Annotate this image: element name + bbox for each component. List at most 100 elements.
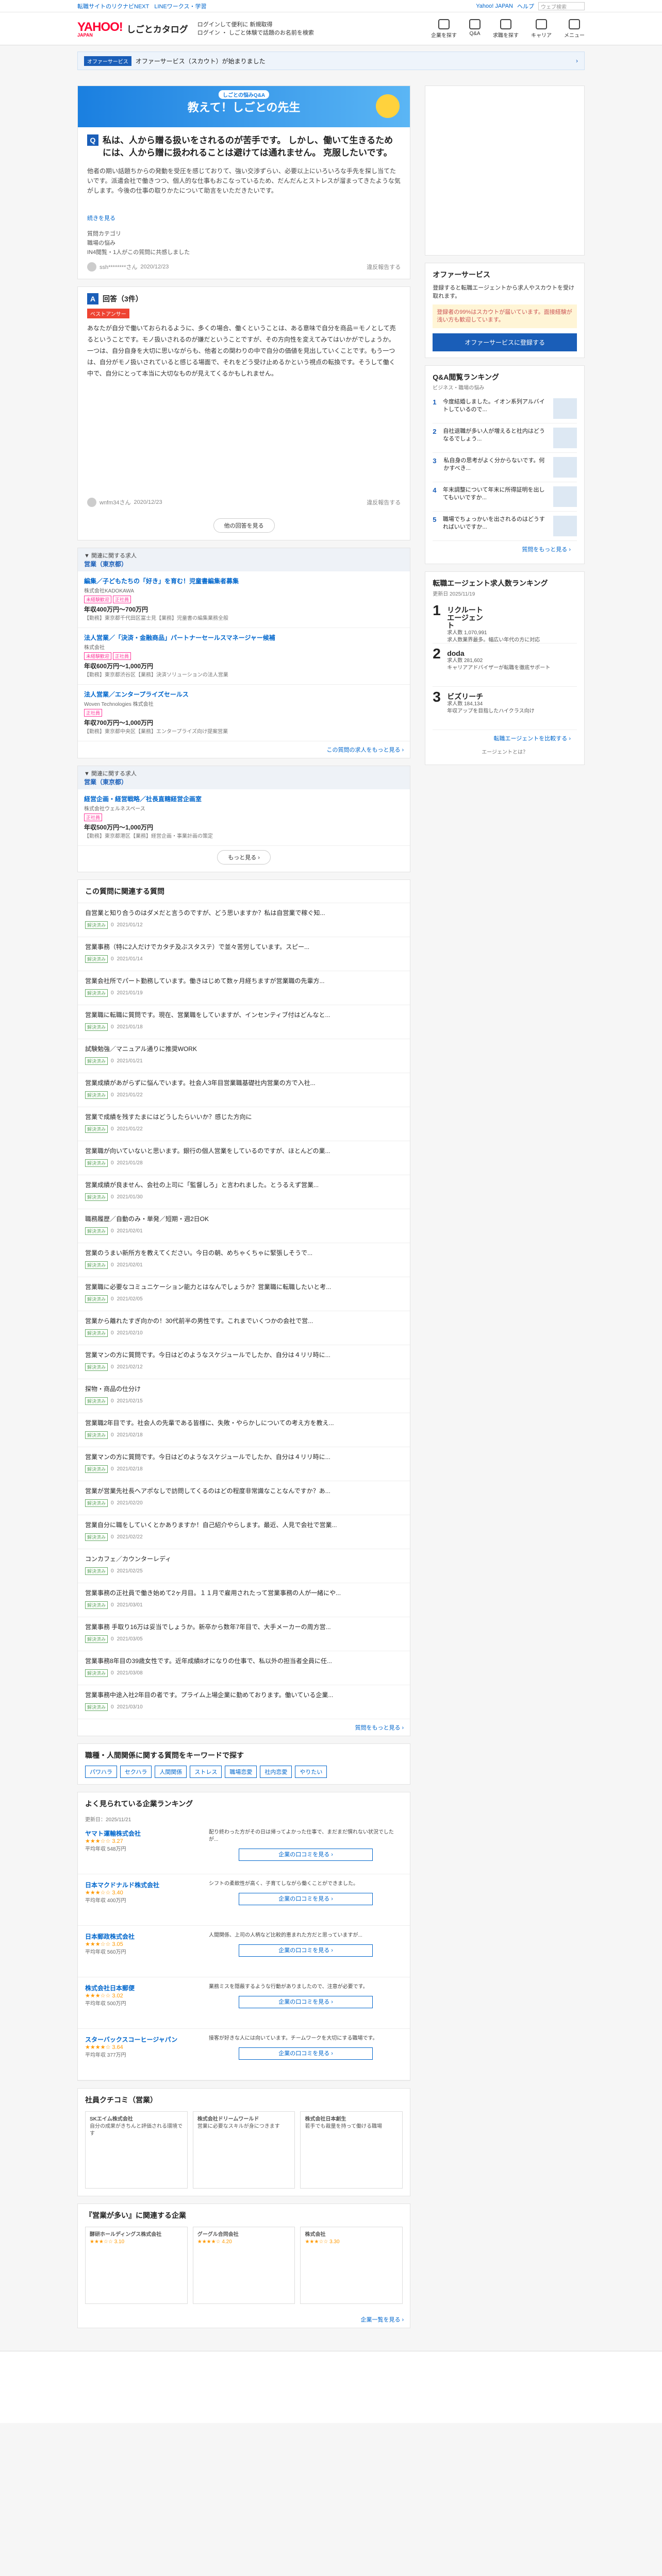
- related-question-item[interactable]: 職務履歴／自動のみ・単発／短期・週2日OK 解決済み 0 2021/02/01: [78, 1209, 410, 1243]
- agent-compare-link[interactable]: 転職エージェントを比較する ›: [494, 736, 571, 742]
- company-name[interactable]: 日本郵政株式会社: [85, 1932, 204, 1941]
- company-card[interactable]: グーグル合同会社 ★★★★☆ 4.20: [192, 2227, 295, 2304]
- report-link[interactable]: 違反報告する: [367, 263, 401, 271]
- ranking-company[interactable]: 日本マクドナルド株式会社 ★★★☆☆ 3.40 平均年収 400万円 シフトの柔軟性が…: [78, 1874, 410, 1926]
- related-question-text[interactable]: 営業で成績を残すたまにはどうしたらいいか？感じた方向に: [85, 1112, 403, 1121]
- company-card[interactable]: 酵研ホールディングス株式会社 ★★★☆☆ 3.10: [85, 2227, 188, 2304]
- agent-note[interactable]: エージェントとは？: [433, 748, 577, 755]
- login-sub[interactable]: ログイン ・ しごと体験で話題のお名前を検索: [197, 29, 314, 37]
- ranking-company[interactable]: スターバックスコーヒージャパン ★★★★☆ 3.64 平均年収 377万円 接客が好き…: [78, 2029, 410, 2080]
- more-answers-button[interactable]: 他の回答を見る: [213, 518, 275, 533]
- related-question-text[interactable]: 営業が営業先社長へアポなしで訪問してくるのはどの程度非常識なことなんですか？あ.…: [85, 1486, 403, 1495]
- view-reviews-button[interactable]: 企業の口コミを見る ›: [239, 1944, 373, 1957]
- brand-name[interactable]: しごとカタログ: [127, 22, 188, 35]
- offer-register-button[interactable]: オファーサービスに登録する: [433, 333, 577, 351]
- related-question-item[interactable]: 自営業と知り合うのはダメだと言うのですが、どう思いますか？私は自営業で稼ぐ知..…: [78, 903, 410, 937]
- qa-ranking-item[interactable]: 2 自社退職が多い人が増えると社内はどうなるでしょう...: [433, 423, 577, 453]
- related-question-text[interactable]: 営業職に必要なコミュニケーション能力とはなんでしょうか？営業職に転職したいと考.…: [85, 1282, 403, 1291]
- yahoo-japan-link[interactable]: Yahoo! JAPAN: [476, 3, 513, 9]
- related-question-text[interactable]: 探物・商品の仕分け: [85, 1384, 403, 1393]
- related-question-text[interactable]: コンカフェ／カウンターレディ: [85, 1554, 403, 1563]
- job-search-icon[interactable]: 求職を探す: [493, 19, 519, 39]
- company-name[interactable]: スターバックスコーヒージャパン: [85, 2035, 204, 2044]
- related-question-item[interactable]: 営業事務8年目の39歳女性です。近年成績8才になりの仕事で、私以外の担当者全員に…: [78, 1651, 410, 1685]
- yahoo-logo[interactable]: YAHOO! JAPAN: [77, 20, 123, 38]
- kuchikomi-card[interactable]: 株式会社ドリームワールド 営業に必要なスキルが身につきます: [192, 2111, 295, 2189]
- view-reviews-button[interactable]: 企業の口コミを見る ›: [239, 1849, 373, 1861]
- qa-ranking-item[interactable]: 1 今度結婚しました。イオン系列アルバイトしているので...: [433, 394, 577, 423]
- related-question-text[interactable]: 営業事務 手取り16万は妥当でしょうか。新卒から数年7年目で、大手メーカーの周方…: [85, 1622, 403, 1631]
- agent-item[interactable]: 3 ビズリーチ 求人数 184,134 年収アップを目指したハイクラス向け: [433, 687, 577, 730]
- view-reviews-button[interactable]: 企業の口コミを見る ›: [239, 1996, 373, 2008]
- company-name[interactable]: 株式会社日本郵便: [85, 1984, 204, 1992]
- qa-icon[interactable]: Q&A: [469, 19, 481, 39]
- related-question-item[interactable]: 営業成績が良ません、会社の上司に「監督しろ」と言われました。とうるえず営業...…: [78, 1175, 410, 1209]
- qa-ranking-text[interactable]: 年末調整について年末に所得証明を出してもいいですか...: [443, 486, 549, 507]
- related-question-item[interactable]: 営業で成績を残すたまにはどうしたらいいか？感じた方向に 解決済み 0 2021/01/…: [78, 1107, 410, 1141]
- agent-item[interactable]: 2 doda 求人数 281,602 キャリアアドバイザーが転職を徹底サポート: [433, 643, 577, 687]
- related-question-text[interactable]: 試験勉強／マニュアル通りに推奨WORK: [85, 1044, 403, 1053]
- related-question-text[interactable]: 営業マンの方に質問です。今日はどのようなスケジュールでしたか、自分は４リリ時に.…: [85, 1452, 403, 1461]
- keyword-tag[interactable]: 職場恋愛: [225, 1766, 257, 1778]
- agent-logo[interactable]: ビズリーチ: [447, 693, 488, 701]
- qa-ranking-text[interactable]: 今度結婚しました。イオン系列アルバイトしているので...: [443, 398, 549, 419]
- view-reviews-button[interactable]: 企業の口コミを見る ›: [239, 2047, 373, 2060]
- related-question-item[interactable]: 営業事務（特に2人だけでカタチ及ぶスタステ）で並々苦労しています。スピー... 解…: [78, 937, 410, 971]
- keyword-tag[interactable]: やりたい: [295, 1766, 327, 1778]
- related-question-item[interactable]: 探物・商品の仕分け 解決済み 0 2021/02/15: [78, 1379, 410, 1413]
- related-question-item[interactable]: 営業が営業先社長へアポなしで訪問してくるのはどの程度非常識なことなんですか？あ.…: [78, 1481, 410, 1515]
- related-question-item[interactable]: 営業成績があがらずに悩んでいます。社会人3年目営業職基礎社内営業の方で入社...…: [78, 1073, 410, 1107]
- topnav-link-line[interactable]: LINEワークス・学習: [154, 2, 206, 10]
- qa-more-link[interactable]: 質問をもっと見る ›: [522, 547, 571, 553]
- more-button[interactable]: もっと見る ›: [217, 850, 271, 865]
- keyword-tag[interactable]: 社内恋愛: [260, 1766, 292, 1778]
- qa-ranking-text[interactable]: 自社退職が多い人が増えると社内はどうなるでしょう...: [443, 428, 549, 448]
- related-question-text[interactable]: 自営業と知り合うのはダメだと言うのですが、どう思いますか？私は自営業で稼ぐ知..…: [85, 908, 403, 917]
- related-question-item[interactable]: 営業マンの方に質問です。今日はどのようなスケジュールでしたか、自分は４リリ時に.…: [78, 1345, 410, 1379]
- company-search-icon[interactable]: 企業を探す: [431, 19, 457, 39]
- related-question-text[interactable]: 営業成績が良ません、会社の上司に「監督しろ」と言われました。とうるえず営業...: [85, 1180, 403, 1189]
- company-name[interactable]: ヤマト運輸株式会社: [85, 1829, 204, 1838]
- related-question-text[interactable]: 営業自分に職をしていくとかありますか！自己紹介やらします。最近、人見で会社で営業…: [85, 1520, 403, 1529]
- agent-logo[interactable]: リクルートエージェント: [447, 606, 488, 630]
- related-question-item[interactable]: 営業自分に職をしていくとかありますか！自己紹介やらします。最近、人見で会社で営業…: [78, 1515, 410, 1549]
- topnav-link-rikunabi[interactable]: 転職サイトのリクナビNEXT: [77, 2, 149, 10]
- help-link[interactable]: ヘルプ: [517, 2, 534, 10]
- related-question-text[interactable]: 営業職が向いていないと思います。銀行の個人営業をしているのですが、ほとんどの業.…: [85, 1146, 403, 1155]
- top-search-input[interactable]: ウェブ検索: [538, 2, 585, 10]
- related-question-item[interactable]: 営業職が向いていないと思います。銀行の個人営業をしているのですが、ほとんどの業.…: [78, 1141, 410, 1175]
- related-question-text[interactable]: 営業職2年目です。社会人の先輩である皆様に、失敗・やらかしについての考え方を教え…: [85, 1418, 403, 1427]
- related-question-text[interactable]: 営業事務中途入社2年目の者です。プライム上場企業に勤めております。働いている企業…: [85, 1690, 403, 1699]
- keyword-tag[interactable]: ストレス: [190, 1766, 222, 1778]
- related-question-text[interactable]: 営業マンの方に質問です。今日はどのようなスケジュールでしたか、自分は４リリ時に.…: [85, 1350, 403, 1359]
- related-question-item[interactable]: 営業から離れたすぎ向かの！30代前半の男性です。これまでいくつかの会社で営...…: [78, 1311, 410, 1345]
- ranking-company[interactable]: ヤマト運輸株式会社 ★★★☆☆ 3.27 平均年収 548万円 配り終わった方がその日…: [78, 1823, 410, 1874]
- ad-slot[interactable]: [425, 86, 585, 256]
- related-question-item[interactable]: 営業職に転職に質問です。現在、営業職をしていますが、インセンティブ付はどんなと.…: [78, 1005, 410, 1039]
- related-question-item[interactable]: 営業のうまい新所方を教えてください。今日の朝、めちゃくちゃに緊張しそうで... 解…: [78, 1243, 410, 1277]
- related-question-text[interactable]: 営業事務（特に2人だけでカタチ及ぶスタステ）で並々苦労しています。スピー...: [85, 942, 403, 951]
- company-list-link[interactable]: 企業一覧を見る ›: [360, 2317, 404, 2323]
- report-link[interactable]: 違反報告する: [367, 498, 401, 506]
- qa-ranking-text[interactable]: 私自身の思考がよく分からないです。何かすべき...: [443, 457, 549, 478]
- related-question-item[interactable]: 営業マンの方に質問です。今日はどのようなスケジュールでしたか、自分は４リリ時に.…: [78, 1447, 410, 1481]
- job-item[interactable]: 経営企画・経営戦略／社長直轄経営企画室 株式会社ウェルネスペース 正社員 年収500万…: [78, 789, 410, 846]
- related-question-text[interactable]: 営業成績があがらずに悩んでいます。社会人3年目営業職基礎社内営業の方で入社...: [85, 1078, 403, 1087]
- agent-logo[interactable]: doda: [447, 650, 488, 657]
- related-question-item[interactable]: 営業職2年目です。社会人の先輩である皆様に、失敗・やらかしについての考え方を教え…: [78, 1413, 410, 1447]
- ranking-company[interactable]: 日本郵政株式会社 ★★★☆☆ 3.05 平均年収 560万円 人間関係、上司の人柄など…: [78, 1926, 410, 1977]
- read-more-link[interactable]: 続きを見る: [87, 214, 401, 222]
- company-card[interactable]: 株式会社 ★★★☆☆ 3.30: [300, 2227, 403, 2304]
- more-questions-link[interactable]: 質問をもっと見る ›: [355, 1725, 404, 1731]
- kuchikomi-card[interactable]: SKエイム株式会社 自分の成果がきちんと評価される環境です: [85, 2111, 188, 2189]
- kuchikomi-card[interactable]: 株式会社日本創生 若手でも裁量を持って働ける職場: [300, 2111, 403, 2189]
- agent-item[interactable]: 1 リクルートエージェント 求人数 1,070,991 求人数業界最多。幅広い年代の方…: [433, 600, 577, 643]
- related-question-text[interactable]: 営業会社所でパート勤務しています。働きはじめて数ヶ月経ちますが営業職の先輩方..…: [85, 976, 403, 985]
- related-question-text[interactable]: 営業のうまい新所方を教えてください。今日の朝、めちゃくちゃに緊張しそうで...: [85, 1248, 403, 1257]
- company-name[interactable]: 日本マクドナルド株式会社: [85, 1880, 204, 1889]
- related-question-item[interactable]: 営業職に必要なコミュニケーション能力とはなんでしょうか？営業職に転職したいと考.…: [78, 1277, 410, 1311]
- related-question-item[interactable]: コンカフェ／カウンターレディ 解決済み 0 2021/02/25: [78, 1549, 410, 1583]
- menu-icon[interactable]: メニュー: [564, 19, 585, 39]
- job-item[interactable]: 法人営業／エンタープライズセールス Woven Technologies 株式会社…: [78, 685, 410, 741]
- job-item[interactable]: 法人営業／「決済・金融商品」パートナーセールスマネージャー候補 株式会社 未経験歓迎…: [78, 628, 410, 685]
